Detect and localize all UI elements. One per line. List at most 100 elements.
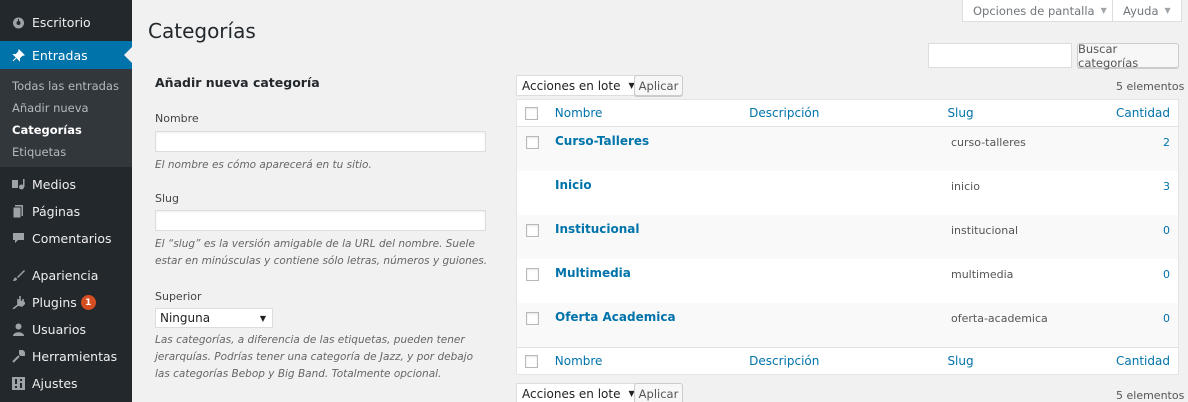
column-count[interactable]: Cantidad	[1116, 106, 1170, 120]
table-row: Curso-Talleres curso-talleres 2	[517, 127, 1178, 171]
plugins-update-badge: 1	[80, 295, 96, 310]
submenu-anadir-nueva[interactable]: Añadir nueva	[0, 97, 132, 119]
category-slug: institucional	[951, 224, 1019, 237]
search-categories-button[interactable]: Buscar categorías	[1077, 42, 1179, 70]
menu-label: Ajustes	[32, 376, 78, 391]
bulk-actions-value: Acciones en lote	[522, 386, 621, 401]
page-title: Categorías	[148, 19, 256, 43]
category-count-link[interactable]: 2	[1121, 134, 1178, 149]
screen-options-label: Opciones de pantalla	[973, 3, 1095, 18]
menu-label: Usuarios	[32, 322, 87, 337]
bulk-actions-select-bottom[interactable]: Acciones en lote ▼	[516, 383, 641, 402]
slug-help: El “slug” es la versión amigable de la U…	[155, 238, 488, 267]
appearance-icon	[12, 269, 25, 282]
admin-sidebar: Escritorio Entradas Todas las entradas A…	[0, 0, 132, 402]
menu-item-comentarios[interactable]: Comentarios	[0, 225, 132, 252]
menu-label: Medios	[32, 177, 77, 192]
menu-label: Comentarios	[32, 231, 112, 246]
pages-icon	[12, 205, 25, 218]
slug-input[interactable]	[155, 210, 486, 231]
category-name-link[interactable]: Multimedia	[555, 266, 631, 280]
menu-label: Páginas	[32, 204, 81, 219]
tools-icon	[12, 350, 25, 363]
row-checkbox[interactable]	[525, 268, 539, 281]
row-checkbox[interactable]	[525, 136, 539, 149]
parent-help: Las categorías, a diferencia de las etiq…	[155, 334, 474, 380]
search-input[interactable]	[928, 43, 1072, 68]
menu-label: Herramientas	[32, 349, 118, 364]
comments-icon	[12, 232, 25, 245]
column-description-footer[interactable]: Descripción	[749, 354, 819, 368]
name-input[interactable]	[155, 131, 486, 152]
menu-label: Apariencia	[32, 268, 99, 283]
name-label: Nombre	[155, 112, 199, 125]
menu-item-plugins[interactable]: Plugins 1	[0, 289, 132, 316]
category-name-link[interactable]: Institucional	[555, 222, 640, 236]
media-icon	[12, 178, 25, 191]
bulk-actions-select-top[interactable]: Acciones en lote ▼	[516, 75, 641, 96]
menu-item-apariencia[interactable]: Apariencia	[0, 262, 132, 289]
help-button[interactable]: Ayuda ▼	[1112, 0, 1182, 22]
submenu-todas-las-entradas[interactable]: Todas las entradas	[0, 75, 132, 97]
menu-item-herramientas[interactable]: Herramientas	[0, 343, 132, 370]
chevron-down-icon: ▼	[1100, 6, 1107, 15]
table-row: Oferta Academica oferta-academica 0	[517, 303, 1178, 347]
menu-item-escritorio[interactable]: Escritorio	[0, 9, 132, 36]
select-all-checkbox[interactable]	[525, 106, 539, 120]
menu-item-paginas[interactable]: Páginas	[0, 198, 132, 225]
row-checkbox[interactable]	[525, 312, 539, 325]
plugins-icon	[12, 296, 25, 309]
slug-label: Slug	[155, 192, 179, 205]
categories-table: Nombre Descripción Slug Cantidad Curso-T…	[516, 99, 1179, 375]
menu-item-ajustes[interactable]: Ajustes	[0, 370, 132, 397]
bulk-actions-value: Acciones en lote	[522, 78, 621, 93]
help-label: Ayuda	[1123, 3, 1159, 18]
column-description[interactable]: Descripción	[749, 106, 819, 120]
parent-select-value: Ninguna	[160, 311, 211, 325]
chevron-down-icon: ▼	[259, 313, 266, 323]
submenu-etiquetas[interactable]: Etiquetas	[0, 141, 132, 163]
column-slug[interactable]: Slug	[947, 106, 973, 120]
column-count-footer[interactable]: Cantidad	[1116, 354, 1170, 368]
menu-label: Escritorio	[32, 15, 91, 30]
users-icon	[12, 323, 25, 336]
name-help: El nombre es cómo aparecerá en tu sitio.	[155, 159, 372, 171]
settings-icon	[12, 377, 25, 390]
category-count-link[interactable]: 0	[1121, 222, 1178, 237]
menu-item-usuarios[interactable]: Usuarios	[0, 316, 132, 343]
table-row: Multimedia multimedia 0	[517, 259, 1178, 303]
category-slug: inicio	[951, 180, 980, 193]
menu-item-entradas[interactable]: Entradas	[0, 41, 132, 69]
pin-icon	[12, 48, 25, 62]
apply-button-top[interactable]: Aplicar	[634, 75, 683, 96]
screen-options-button[interactable]: Opciones de pantalla ▼	[962, 0, 1118, 22]
parent-select[interactable]: Ninguna ▼	[155, 308, 273, 328]
category-count-link[interactable]: 0	[1121, 266, 1178, 281]
add-category-form: Añadir nueva categoría Nombre El nombre …	[155, 75, 490, 383]
category-name-link[interactable]: Inicio	[555, 178, 592, 192]
category-name-link[interactable]: Oferta Academica	[555, 310, 676, 324]
menu-label: Plugins	[32, 295, 77, 310]
table-header: Nombre Descripción Slug Cantidad	[517, 100, 1178, 127]
entradas-submenu: Todas las entradas Añadir nueva Categorí…	[0, 69, 132, 167]
items-count-bottom: 5 elementos	[1116, 389, 1185, 402]
category-slug: multimedia	[951, 268, 1014, 281]
form-heading: Añadir nueva categoría	[155, 75, 320, 90]
chevron-down-icon: ▼	[1164, 6, 1171, 15]
category-name-link[interactable]: Curso-Talleres	[555, 134, 649, 148]
submenu-categorias[interactable]: Categorías	[0, 119, 132, 141]
category-count-link[interactable]: 0	[1121, 310, 1178, 325]
column-slug-footer[interactable]: Slug	[947, 354, 973, 368]
category-slug: oferta-academica	[951, 312, 1048, 325]
apply-button-bottom[interactable]: Aplicar	[634, 383, 683, 402]
category-slug: curso-talleres	[951, 136, 1026, 149]
column-name-footer[interactable]: Nombre	[555, 354, 603, 368]
select-all-checkbox-footer[interactable]	[525, 354, 539, 368]
table-row: Inicio inicio 3	[517, 171, 1178, 215]
dashboard-icon	[12, 16, 25, 29]
menu-item-medios[interactable]: Medios	[0, 171, 132, 198]
row-checkbox[interactable]	[525, 224, 539, 237]
parent-label: Superior	[155, 290, 202, 303]
category-count-link[interactable]: 3	[1121, 178, 1178, 193]
column-name[interactable]: Nombre	[555, 106, 603, 120]
